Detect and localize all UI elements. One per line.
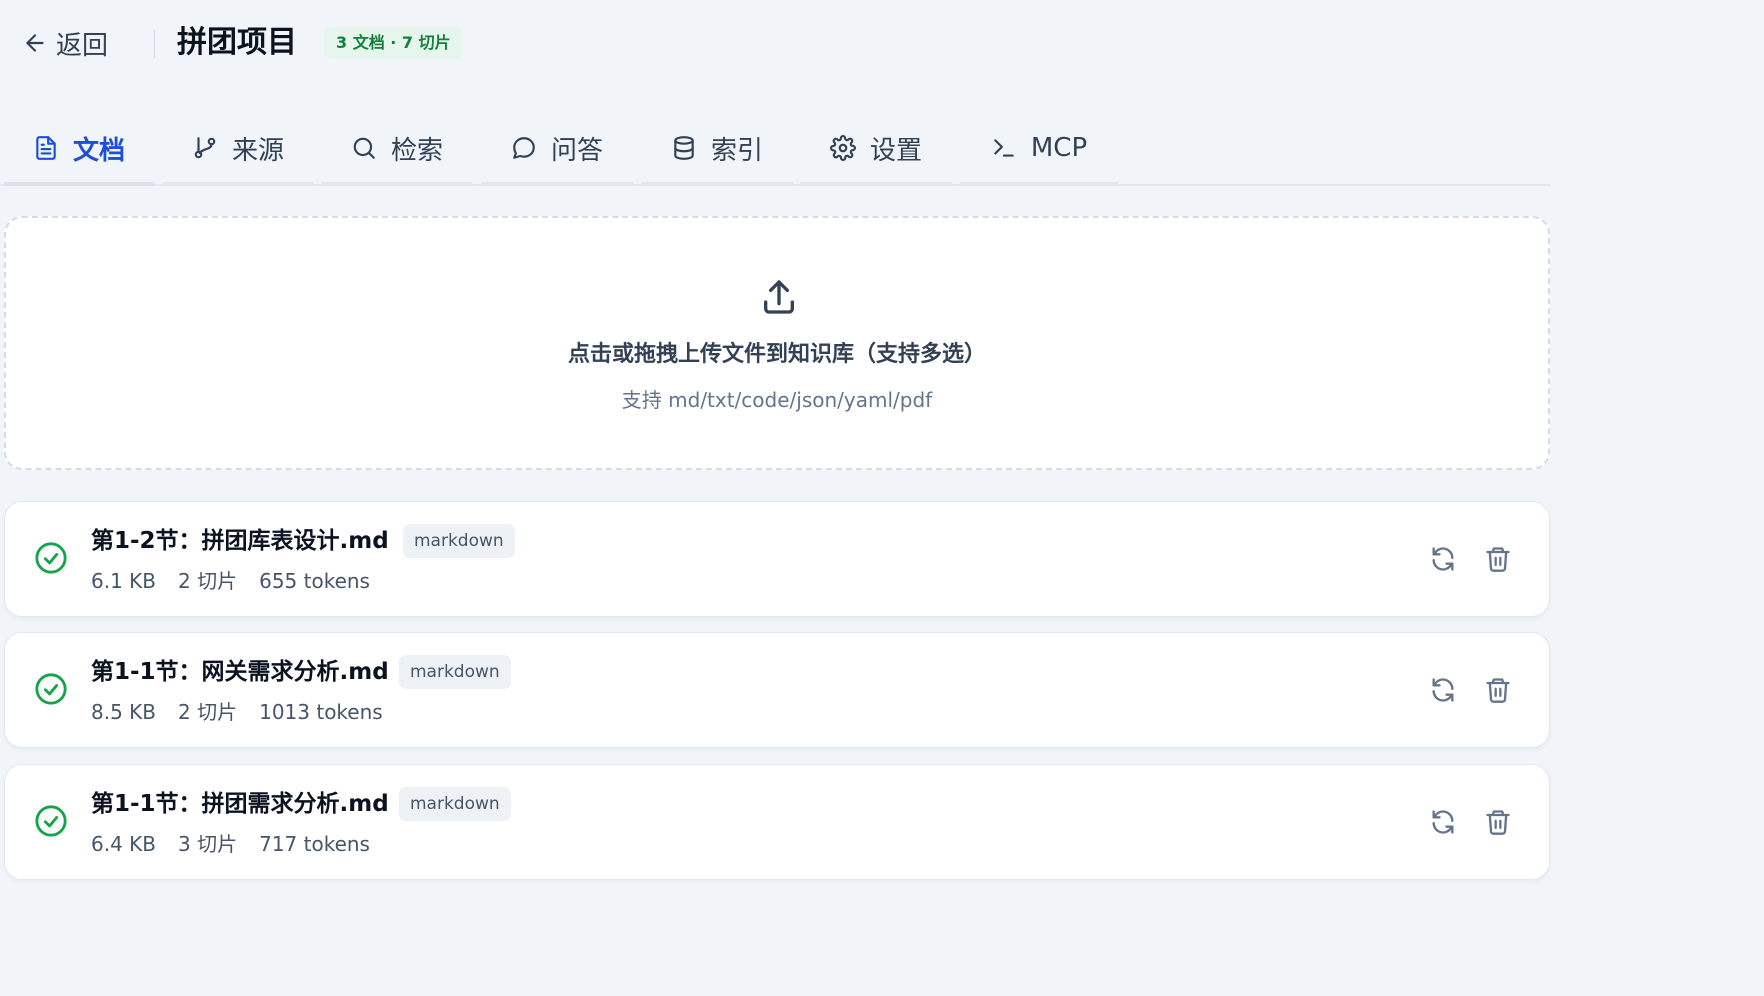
tab-label: 设置 [869, 135, 922, 166]
file-chunks: 2 切片 [178, 700, 238, 724]
tab-label: 检索 [390, 135, 443, 166]
tab-qa[interactable]: 问答 [481, 110, 633, 186]
tab-label: 索引 [710, 135, 763, 166]
arrow-left-icon [26, 34, 44, 52]
tab-search[interactable]: 检索 [322, 110, 472, 186]
tab-settings[interactable]: 设置 [800, 110, 952, 186]
check-circle-icon [35, 542, 67, 574]
tab-underline [4, 182, 154, 186]
tab-underline [641, 182, 793, 186]
tab-documents[interactable]: 文档 [4, 110, 154, 186]
file-size: 6.1 KB [91, 569, 156, 593]
tab-label: 文档 [72, 135, 125, 166]
file-type-badge: markdown [399, 787, 511, 821]
tab-sources[interactable]: 来源 [163, 110, 313, 186]
file-size: 6.4 KB [91, 832, 156, 856]
tab-mcp[interactable]: MCP [960, 110, 1118, 186]
file-tokens: 655 tokens [259, 569, 370, 593]
database-icon [674, 136, 694, 160]
file-meta: 6.4 KB 3 切片 717 tokens [91, 829, 370, 859]
delete-button[interactable] [1483, 675, 1513, 705]
tab-underline [322, 182, 472, 186]
refresh-icon [1432, 810, 1454, 834]
back-label: 返回 [56, 30, 109, 61]
file-name: 第1-1节：网关需求分析.md [91, 659, 389, 685]
search-icon [353, 137, 375, 159]
delete-button[interactable] [1483, 807, 1513, 837]
page-title: 拼团项目 [177, 25, 297, 60]
reindex-button[interactable] [1428, 544, 1458, 574]
upload-icon [764, 280, 794, 314]
upload-dropzone[interactable]: 点击或拖拽上传文件到知识库（支持多选） 支持 md/txt/code/json/… [4, 216, 1550, 470]
upload-hint: 支持 md/txt/code/json/yaml/pdf [621, 388, 933, 412]
file-type-badge: markdown [403, 524, 515, 558]
refresh-icon [1432, 678, 1454, 702]
trash-icon [1486, 547, 1510, 572]
terminal-prompt-icon [994, 139, 1014, 157]
file-card[interactable]: 第1-1节：拼团需求分析.md markdown 6.4 KB 3 切片 717… [4, 764, 1550, 880]
tab-bar: 文档 来源 检索 问答 索引 设置 MCP [0, 110, 1550, 186]
tab-label: 问答 [550, 135, 603, 166]
chat-bubble-icon [513, 137, 535, 159]
tab-underline [800, 182, 952, 186]
tab-label: 来源 [231, 135, 284, 166]
stats-badge: 3 文档 · 7 切片 [324, 27, 463, 59]
upload-title: 点击或拖拽上传文件到知识库（支持多选） [567, 342, 986, 367]
trash-icon [1486, 810, 1510, 835]
file-tokens: 717 tokens [259, 832, 370, 856]
file-meta: 8.5 KB 2 切片 1013 tokens [91, 697, 383, 727]
file-name: 第1-1节：拼团需求分析.md [91, 791, 389, 817]
refresh-icon [1432, 547, 1454, 571]
file-name: 第1-2节：拼团库表设计.md [91, 528, 389, 554]
reindex-button[interactable] [1428, 675, 1458, 705]
tab-index[interactable]: 索引 [641, 110, 793, 186]
tab-underline [960, 182, 1118, 186]
git-branch-icon [194, 137, 216, 159]
delete-button[interactable] [1483, 544, 1513, 574]
header: 返回 拼团项目 3 文档 · 7 切片 [0, 0, 1568, 86]
file-size: 8.5 KB [91, 700, 156, 724]
file-type-badge: markdown [399, 655, 511, 689]
file-chunks: 2 切片 [178, 569, 238, 593]
file-tokens: 1013 tokens [259, 700, 383, 724]
check-circle-icon [35, 673, 67, 705]
file-card[interactable]: 第1-1节：网关需求分析.md markdown 8.5 KB 2 切片 101… [4, 632, 1550, 748]
file-meta: 6.1 KB 2 切片 655 tokens [91, 566, 370, 596]
trash-icon [1486, 678, 1510, 703]
file-chunks: 3 切片 [178, 832, 238, 856]
tab-label: MCP [1030, 133, 1088, 163]
back-button[interactable]: 返回 [22, 24, 108, 62]
reindex-button[interactable] [1428, 807, 1458, 837]
check-circle-icon [35, 805, 67, 837]
tab-underline [163, 182, 313, 186]
file-card[interactable]: 第1-2节：拼团库表设计.md markdown 6.1 KB 2 切片 655… [4, 501, 1550, 617]
gear-icon [830, 135, 856, 161]
header-divider [154, 30, 155, 58]
document-icon [36, 136, 56, 160]
knowledge-base-page: 返回 拼团项目 3 文档 · 7 切片 文档 来源 检索 问答 索引 设置 MC… [0, 0, 1568, 885]
tab-underline [481, 182, 633, 186]
